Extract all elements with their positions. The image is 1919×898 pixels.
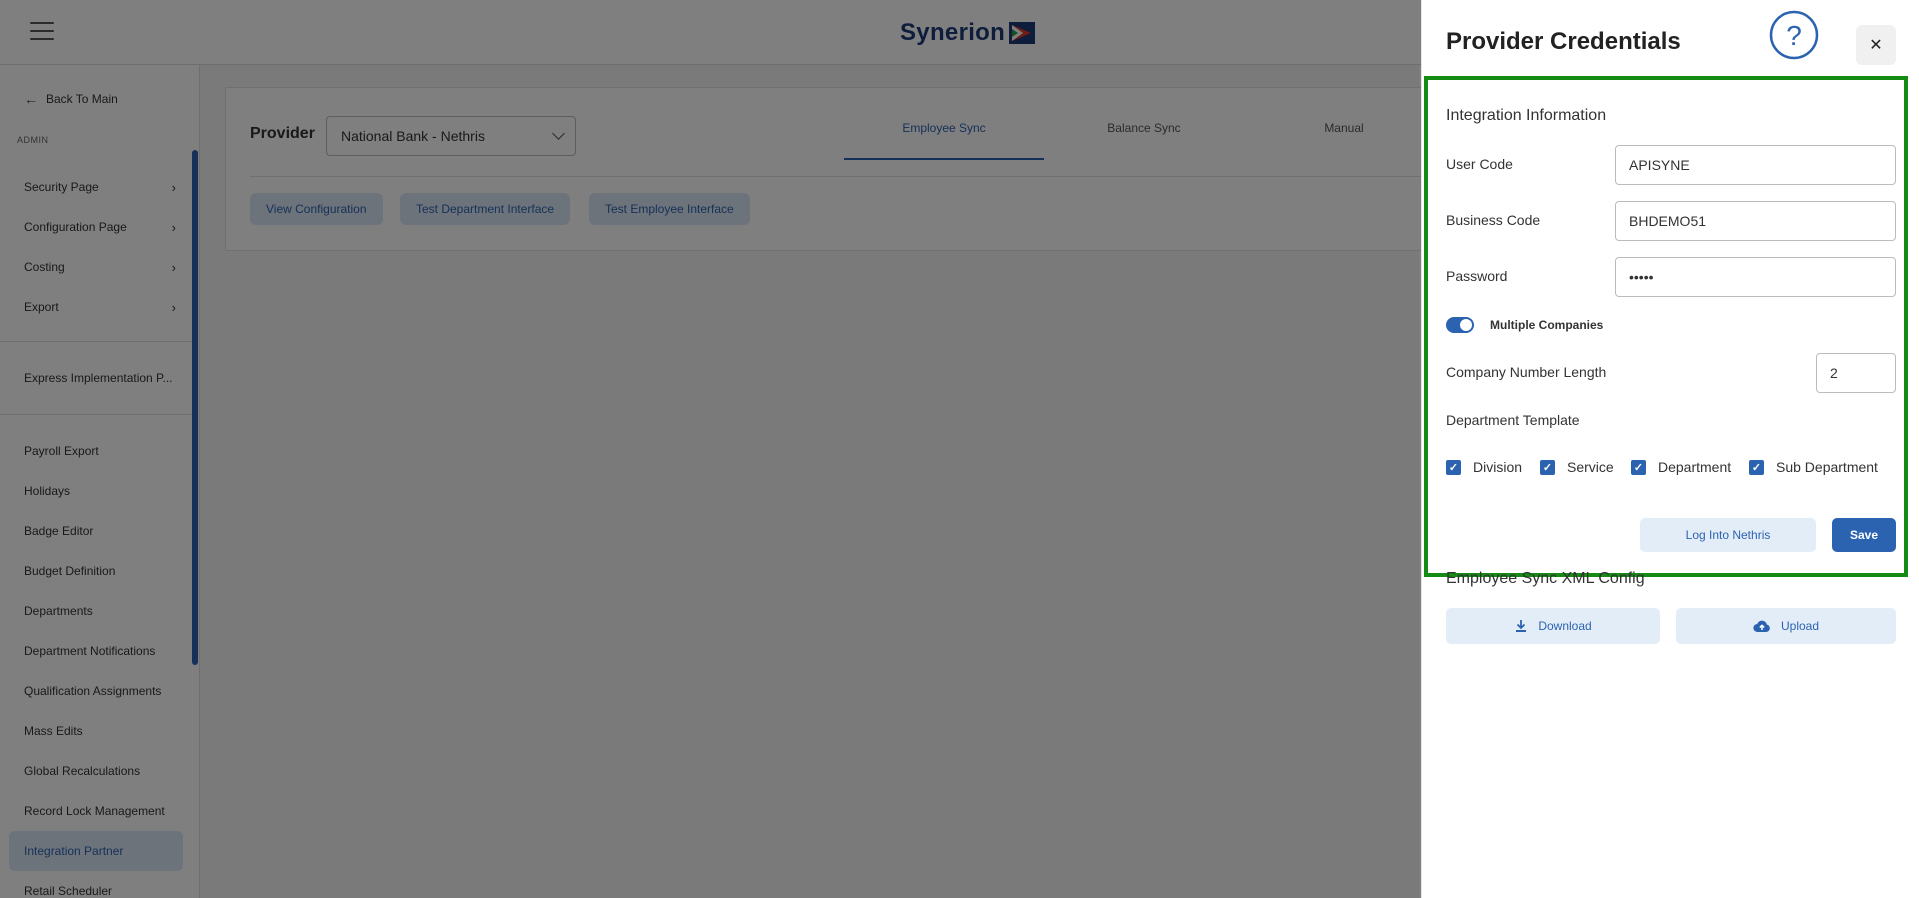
department-template-label: Department Template <box>1446 412 1580 428</box>
cloud-upload-icon <box>1753 620 1770 633</box>
checkbox-label: Department <box>1658 459 1732 475</box>
panel-title: Provider Credentials <box>1446 28 1681 55</box>
log-into-nethris-button[interactable]: Log Into Nethris <box>1640 518 1816 552</box>
multiple-companies-toggle[interactable] <box>1446 317 1474 333</box>
modal-backdrop[interactable] <box>0 0 1421 898</box>
upload-button[interactable]: Upload <box>1676 608 1896 644</box>
checkbox-label: Service <box>1567 459 1614 475</box>
division-checkbox[interactable]: ✓ Division <box>1446 459 1522 475</box>
checkmark-icon: ✓ <box>1631 459 1646 475</box>
provider-credentials-panel: Provider Credentials ? ✕ Integration Inf… <box>1421 0 1919 898</box>
close-icon: ✕ <box>1869 37 1883 54</box>
upload-label: Upload <box>1780 619 1820 633</box>
checkbox-label: Sub Department <box>1776 459 1878 475</box>
integration-information-title: Integration Information <box>1446 107 1607 124</box>
help-icon[interactable]: ? <box>1769 10 1819 60</box>
business-code-input[interactable] <box>1615 201 1896 241</box>
company-number-length-input[interactable] <box>1816 353 1896 393</box>
service-checkbox[interactable]: ✓ Service <box>1540 459 1614 475</box>
checkbox-label: Division <box>1473 459 1523 475</box>
business-code-label: Business Code <box>1446 212 1541 228</box>
close-button[interactable]: ✕ <box>1856 25 1896 65</box>
download-label: Download <box>1538 619 1592 633</box>
user-code-label: User Code <box>1446 156 1513 172</box>
download-icon <box>1516 620 1527 632</box>
password-input[interactable] <box>1615 257 1896 297</box>
department-checkbox[interactable]: ✓ Department <box>1631 459 1731 475</box>
checkmark-icon: ✓ <box>1749 459 1764 475</box>
sub-department-checkbox[interactable]: ✓ Sub Department <box>1749 459 1878 475</box>
svg-text:?: ? <box>1786 20 1802 51</box>
multiple-companies-label: Multiple Companies <box>1490 318 1604 332</box>
save-button[interactable]: Save <box>1832 518 1896 552</box>
password-label: Password <box>1446 268 1508 284</box>
company-number-length-label: Company Number Length <box>1446 364 1607 380</box>
user-code-input[interactable] <box>1615 145 1896 185</box>
download-button[interactable]: Download <box>1446 608 1660 644</box>
xml-config-title: Employee Sync XML Config <box>1446 570 1645 587</box>
checkmark-icon: ✓ <box>1446 459 1461 475</box>
checkmark-icon: ✓ <box>1540 459 1555 475</box>
